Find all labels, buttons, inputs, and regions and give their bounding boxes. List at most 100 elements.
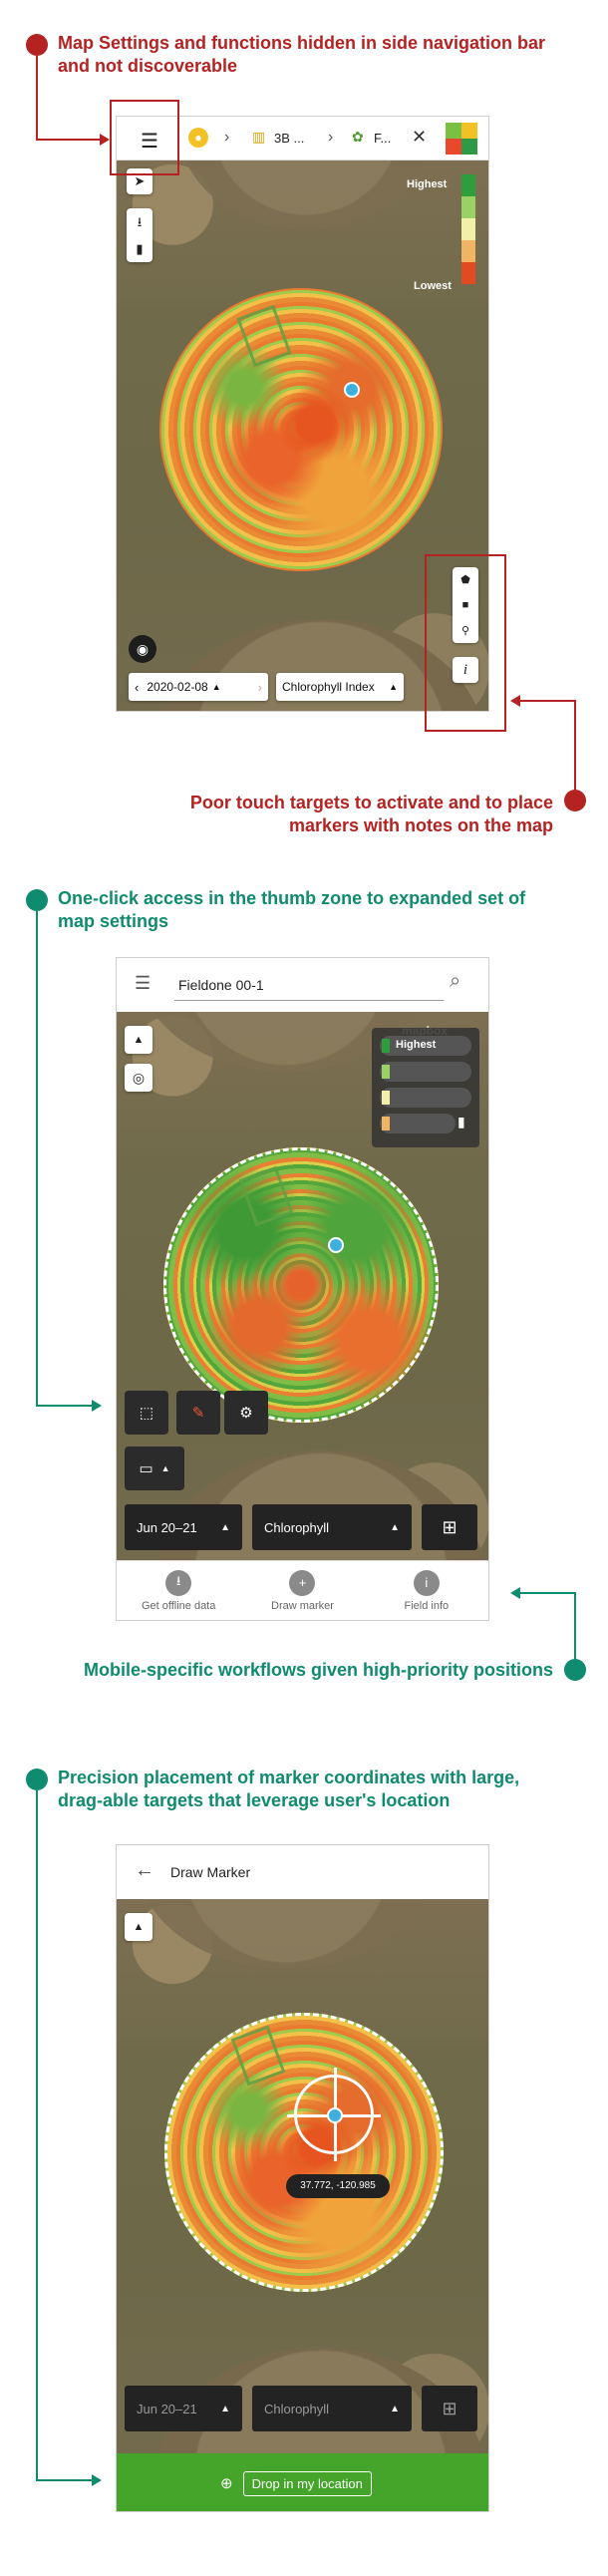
legend-swatch [382, 1039, 390, 1053]
chevron-left-icon[interactable]: ‹ [135, 680, 139, 695]
legend-low-label: Lowest [414, 280, 452, 292]
field-map[interactable]: ▲ 37.772, -120.985 Jun 20–21 ▲ Chlorophy… [117, 1899, 488, 2453]
neighbor-field [137, 1899, 436, 1969]
caret-up-icon: ▲ [211, 682, 221, 692]
tab-label: Draw marker [271, 1599, 334, 1612]
neighbor-field [176, 161, 436, 230]
layer-value: Chlorophyll [264, 2401, 330, 2416]
annotation-dot [26, 34, 48, 56]
window-icon: ▭ [139, 1460, 153, 1477]
caret-up-icon: ▲ [220, 2403, 230, 2415]
layer-selector[interactable]: Chlorophyll ▲ [252, 1504, 412, 1550]
legend-swatch [461, 174, 475, 196]
layer-value: Chlorophyll [264, 1519, 330, 1535]
annotation-line [36, 911, 38, 1406]
marker-settings-button[interactable]: ✎ [176, 1391, 220, 1435]
grid-icon: ⊞ [442, 1516, 457, 1537]
annotation-line [36, 2479, 92, 2481]
locate-me-icon[interactable]: ◎ [125, 1064, 152, 1092]
caret-up-icon: ▲ [389, 682, 398, 692]
breadcrumb-field[interactable]: F... [374, 131, 391, 146]
annotation-note-touch-targets: Poor touch targets to activate and to pl… [189, 793, 553, 835]
field-map[interactable]: ▲ ◎ mapbox Highest ▮ ⬚ ✎ ⚙ ▭▲ Jun 20–21 … [117, 1012, 488, 1562]
annotation-line [36, 1790, 38, 2480]
layer-selector[interactable]: Chlorophyll Index ▲ [276, 673, 404, 701]
chlorophyll-field-overlay [159, 288, 443, 571]
layer-selector[interactable]: Chlorophyll ▲ [252, 2386, 412, 2431]
breadcrumb-farm[interactable]: 3B ... [274, 131, 304, 146]
legend-high-label: Highest [396, 1039, 437, 1051]
coordinate-readout: 37.772, -120.985 [286, 2174, 390, 2198]
page-title: Draw Marker [170, 1864, 251, 1880]
date-selector[interactable]: ‹ 2020-02-08 ▲ › [129, 673, 268, 701]
annotation-dot [564, 790, 586, 811]
annotation-note-hidden-settings: Map Settings and functions hidden in sid… [58, 33, 546, 76]
grid-view-button[interactable]: ⊞ [422, 1504, 477, 1550]
layer-view-button[interactable]: ▭ ▲ [125, 1447, 184, 1490]
legend-swatch [461, 218, 475, 240]
search-bar: ☰ Fieldone 00-1 ⌕ [117, 958, 488, 1012]
info-icon: i [413, 1569, 440, 1596]
date-value: 2020-02-08 [147, 680, 208, 694]
eye-icon[interactable]: ◉ [129, 635, 156, 663]
marker-pen-icon: ✎ [191, 1405, 205, 1422]
crosshair-target[interactable] [287, 2068, 381, 2161]
annotation-line [36, 56, 38, 140]
annotation-note-mobile-workflows: Mobile-specific workflows given high-pri… [83, 1660, 553, 1680]
drop-in-location-button[interactable]: ⊕ Drop in my location [220, 2469, 390, 2497]
legend-swatch [382, 1065, 390, 1079]
histogram-icon[interactable]: ▮ [457, 1114, 465, 1130]
legend-swatch [461, 196, 475, 218]
bottom-tab-bar: ⭳ Get offline data + Draw marker i Field… [117, 1560, 488, 1620]
grid-view-button[interactable]: ⊞ [422, 2386, 477, 2431]
compass-icon[interactable]: ▲ [125, 1026, 152, 1054]
search-icon[interactable]: ⌕ [450, 970, 460, 993]
settings-button[interactable]: ⚙ [224, 1391, 268, 1435]
gear-icon: ⚙ [239, 1405, 253, 1422]
annotation-line [518, 700, 576, 702]
back-arrow-icon[interactable]: ← [135, 1859, 154, 1882]
tab-label: Get offline data [141, 1599, 216, 1612]
tab-label: Field info [404, 1599, 450, 1612]
chevron-right-icon[interactable]: › [258, 680, 262, 695]
select-area-button[interactable]: ⬚ [125, 1391, 168, 1435]
tool-stack: ⭳ ▮ [127, 208, 152, 262]
compass-icon[interactable]: ▲ [125, 1913, 152, 1941]
date-range-selector[interactable]: Jun 20–21 ▲ [125, 2386, 242, 2431]
annotation-arrow [100, 134, 110, 146]
field-boundary [164, 2013, 444, 2292]
tab-draw-marker[interactable]: + Draw marker [240, 1561, 364, 1620]
annotation-line [36, 1405, 92, 1407]
legend-swatch [382, 1091, 390, 1105]
user-icon[interactable]: ● [188, 128, 208, 148]
cloud-download-icon: ⭳ [165, 1569, 192, 1596]
chevron-right-icon: › [328, 129, 334, 146]
date-range-selector[interactable]: Jun 20–21 ▲ [125, 1504, 242, 1550]
legend-swatch [461, 240, 475, 262]
layer-value: Chlorophyll Index [282, 680, 375, 694]
trash-icon[interactable]: ▮ [136, 241, 143, 257]
tab-get-offline-data[interactable]: ⭳ Get offline data [117, 1561, 240, 1620]
highlight-draw-tools [425, 554, 506, 732]
app-logo [446, 123, 477, 155]
tab-field-info[interactable]: i Field info [365, 1561, 488, 1620]
annotation-note-precision: Precision placement of marker coordinate… [58, 1768, 520, 1810]
download-icon[interactable]: ⭳ [138, 213, 143, 235]
field-boundary [163, 1147, 439, 1423]
annotation-arrow [92, 2474, 102, 2486]
draw-marker-header: ← Draw Marker [117, 1845, 488, 1899]
legend-panel: Highest ▮ [372, 1028, 479, 1147]
annotation-note-thumb-zone: One-click access in the thumb zone to ex… [58, 888, 526, 931]
caret-up-icon: ▲ [390, 1521, 400, 1533]
search-underline [174, 1000, 444, 1001]
annotation-dot [564, 1659, 586, 1681]
close-icon[interactable]: ✕ [412, 127, 427, 148]
phone-screen-after: ☰ Fieldone 00-1 ⌕ ▲ ◎ mapbox Highest ▮ ⬚… [116, 957, 489, 1621]
highlight-menu [110, 100, 179, 175]
location-pin [327, 2107, 343, 2123]
legend-swatch [382, 1117, 390, 1130]
date-range-value: Jun 20–21 [137, 2401, 197, 2416]
menu-icon[interactable]: ☰ [135, 973, 151, 994]
annotation-dot [26, 1769, 48, 1790]
search-input[interactable]: Fieldone 00-1 [178, 977, 264, 993]
